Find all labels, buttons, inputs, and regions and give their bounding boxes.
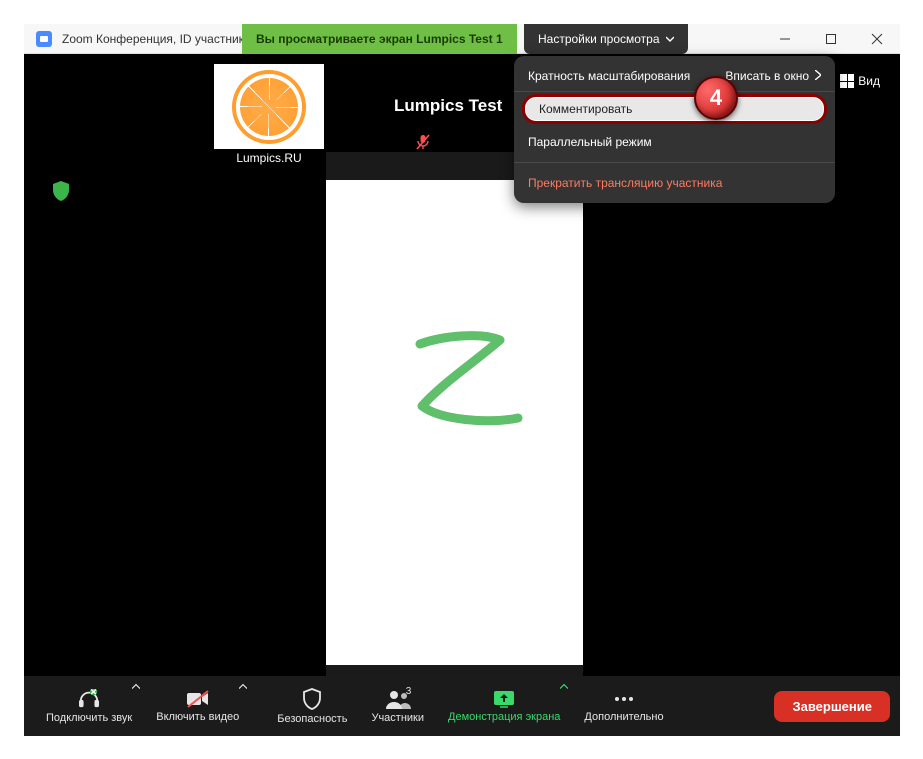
chevron-up-icon[interactable]	[132, 682, 140, 694]
share-screen-label: Демонстрация экрана	[448, 711, 560, 723]
screen-share-banner-text: Вы просматриваете экран Lumpics Test 1	[256, 32, 503, 46]
headphones-icon	[78, 689, 100, 709]
annotation-drawing	[392, 324, 532, 459]
menu-annotate-label: Комментировать	[539, 102, 632, 116]
menu-zoom-ratio[interactable]: Кратность масштабирования Вписать в окно	[514, 60, 835, 92]
zoom-window: Zoom Конференция, ID участник Вы просмат…	[24, 24, 900, 736]
security-label: Безопасность	[277, 713, 347, 725]
menu-zoom-ratio-label: Кратность масштабирования	[528, 69, 690, 83]
end-meeting-button[interactable]: Завершение	[774, 691, 890, 722]
menu-side-by-side-label: Параллельный режим	[528, 135, 652, 149]
view-settings-dropdown-menu: Кратность масштабирования Вписать в окно…	[514, 56, 835, 203]
view-settings-dropdown-button[interactable]: Настройки просмотра	[524, 24, 688, 54]
start-video-button[interactable]: Включить видео	[144, 676, 251, 736]
menu-annotate[interactable]: Комментировать	[522, 94, 827, 124]
active-speaker-name: Lumpics Test	[394, 96, 502, 116]
start-video-label: Включить видео	[156, 711, 239, 723]
close-button[interactable]	[854, 24, 900, 53]
view-mode-button[interactable]: Вид	[840, 74, 880, 88]
more-button[interactable]: Дополнительно	[572, 676, 675, 736]
share-screen-button[interactable]: Демонстрация экрана	[436, 676, 572, 736]
chevron-down-icon	[666, 32, 674, 46]
participant-avatar	[214, 64, 324, 149]
end-meeting-label: Завершение	[792, 699, 872, 714]
mic-muted-icon	[416, 134, 430, 155]
share-screen-icon	[493, 690, 515, 708]
window-title: Zoom Конференция, ID участник	[62, 32, 244, 46]
more-icon	[613, 690, 635, 708]
video-off-icon	[186, 690, 210, 708]
chevron-up-icon[interactable]	[560, 682, 568, 694]
menu-fit-window-label: Вписать в окно	[725, 69, 809, 83]
participant-name-label: Lumpics.RU	[214, 151, 324, 165]
more-label: Дополнительно	[584, 711, 663, 723]
participants-count: 3	[406, 686, 412, 697]
view-mode-label: Вид	[858, 74, 880, 88]
menu-separator	[514, 162, 835, 163]
shield-icon	[302, 688, 322, 710]
menu-stop-participant-share[interactable]: Прекратить трансляцию участника	[514, 167, 835, 199]
menu-stop-participant-share-label: Прекратить трансляцию участника	[528, 176, 722, 190]
chevron-right-icon	[815, 69, 821, 83]
step-number-badge: 4	[694, 76, 738, 120]
menu-side-by-side[interactable]: Параллельный режим	[514, 126, 835, 158]
encryption-shield-icon[interactable]	[52, 181, 70, 206]
screen-share-banner: Вы просматриваете экран Lumpics Test 1	[242, 24, 517, 54]
orange-slice-icon	[236, 74, 302, 140]
join-audio-button[interactable]: Подключить звук	[34, 676, 144, 736]
maximize-button[interactable]	[808, 24, 854, 53]
minimize-button[interactable]	[762, 24, 808, 53]
meeting-toolbar: Подключить звук Включить видео Безопасно…	[24, 676, 900, 736]
security-button[interactable]: Безопасность	[265, 676, 359, 736]
zoom-app-icon	[32, 27, 56, 51]
join-audio-label: Подключить звук	[46, 712, 132, 724]
participants-button[interactable]: 3 Участники	[359, 676, 436, 736]
participant-thumbnail[interactable]: Lumpics.RU	[214, 64, 324, 165]
view-settings-label: Настройки просмотра	[538, 32, 660, 46]
grid-icon	[840, 74, 854, 88]
participants-label: Участники	[371, 712, 424, 724]
chevron-up-icon[interactable]	[239, 682, 247, 694]
